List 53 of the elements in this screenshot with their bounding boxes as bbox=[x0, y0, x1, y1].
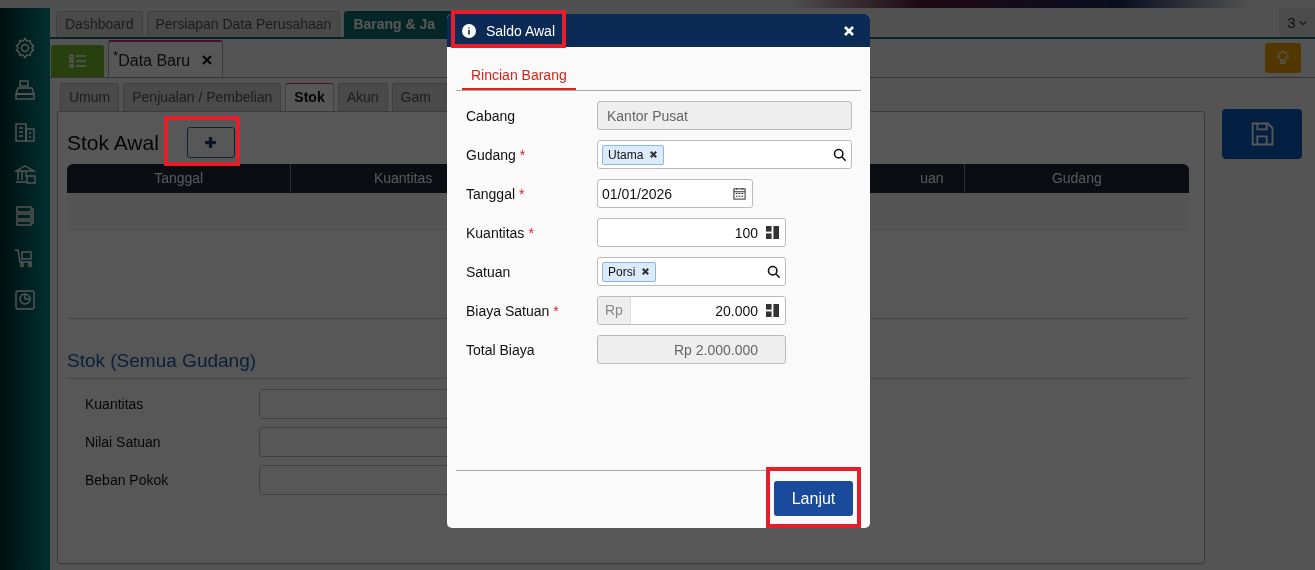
dialog-tab[interactable]: Rincian Barang bbox=[462, 62, 576, 90]
required-marker: * bbox=[519, 146, 526, 163]
add-button[interactable] bbox=[186, 127, 235, 158]
section-title: Stok Awal bbox=[67, 130, 159, 155]
list-button[interactable] bbox=[51, 45, 104, 77]
date-field[interactable]: 01/01/2026 bbox=[597, 179, 753, 208]
gear-icon[interactable] bbox=[13, 36, 37, 60]
bank-icon[interactable] bbox=[13, 162, 37, 186]
total-field[interactable]: Rp 2.000.000 bbox=[597, 335, 786, 364]
field-label: Kuantitas bbox=[84, 396, 145, 412]
search-icon[interactable] bbox=[767, 264, 781, 279]
currency-field[interactable]: Rp 20.000 bbox=[597, 296, 786, 325]
search-icon[interactable] bbox=[833, 147, 847, 162]
field-label: Beban Pokok bbox=[84, 472, 170, 488]
list-icon bbox=[67, 53, 88, 69]
field-label: Nilai Satuan bbox=[84, 434, 162, 450]
required-marker: * bbox=[528, 224, 534, 241]
save-button[interactable] bbox=[1222, 109, 1302, 159]
calculator-icon[interactable] bbox=[766, 226, 779, 239]
chart-icon[interactable] bbox=[13, 288, 37, 312]
calendar-icon[interactable] bbox=[733, 187, 746, 200]
next-button[interactable]: Lanjut bbox=[774, 481, 853, 516]
tips-button[interactable] bbox=[1265, 43, 1301, 73]
calculator-icon[interactable] bbox=[766, 304, 779, 317]
field-label: Total Biaya bbox=[466, 341, 535, 358]
building-icon[interactable] bbox=[13, 120, 37, 144]
chevron-down-icon bbox=[1298, 19, 1307, 26]
selected-tag[interactable]: Utama bbox=[602, 144, 665, 165]
required-marker: * bbox=[553, 302, 559, 319]
column-header: Gudang bbox=[1050, 169, 1103, 188]
input-field[interactable]: Kantor Pusat bbox=[597, 101, 852, 130]
document-tab[interactable]: $^{*}$Data Baru bbox=[108, 40, 224, 77]
section-title: Stok (Semua Gudang) bbox=[67, 350, 257, 372]
field-label: Satuan bbox=[466, 263, 511, 280]
cash-register-icon[interactable] bbox=[13, 78, 37, 102]
field-label: Kuantitas bbox=[466, 224, 525, 241]
remove-icon[interactable] bbox=[649, 150, 659, 159]
dialog-title: Saldo Awal bbox=[486, 22, 555, 39]
number-field[interactable]: 100 bbox=[597, 218, 786, 247]
boxes-icon[interactable] bbox=[13, 204, 37, 228]
selected-tag[interactable]: Porsi bbox=[602, 261, 657, 282]
field-label: Gudang bbox=[466, 146, 516, 163]
remove-icon[interactable] bbox=[641, 267, 651, 276]
lookup-field[interactable]: Utama bbox=[597, 140, 852, 169]
currency-prefix: Rp bbox=[598, 297, 631, 324]
section-tab[interactable]: Stok bbox=[285, 83, 334, 111]
required-marker: * bbox=[519, 185, 525, 202]
lightbulb-icon bbox=[1274, 49, 1292, 67]
plus-icon bbox=[204, 136, 218, 149]
lookup-field[interactable]: Porsi bbox=[597, 257, 786, 286]
field-label: Cabang bbox=[466, 107, 516, 124]
field-label: Biaya Satuan bbox=[466, 302, 550, 319]
info-icon bbox=[462, 23, 476, 38]
